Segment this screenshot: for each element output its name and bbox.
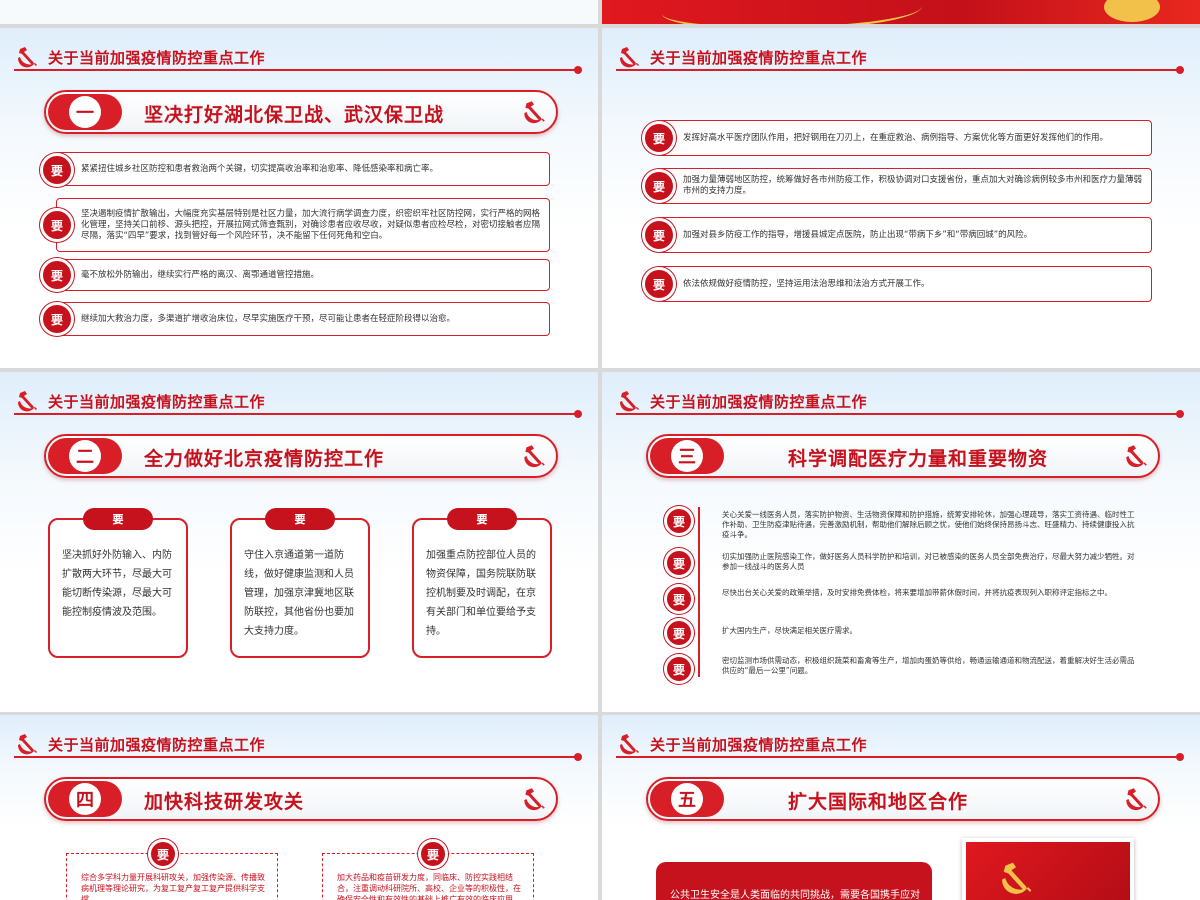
slide-title: 关于当前加强疫情防控重点工作: [650, 48, 868, 67]
flag-swoosh: [662, 0, 922, 24]
list-item: 密切监测市场供需动态，积极组织蔬菜和畜禽等生产，增加肉蛋奶等供给，畅通运输通道和…: [722, 656, 1135, 675]
slide-5: 关于当前加强疫情防控重点工作 四 加快科技研发攻关 综合多学科力量开展科研攻关，…: [0, 715, 598, 900]
yao-badge: 要: [642, 267, 676, 301]
hammer-sickle-icon: [1002, 862, 1032, 894]
section-number: 一: [48, 94, 122, 130]
yao-badge: 要: [642, 218, 676, 252]
section-title: 全力做好北京疫情防控工作: [144, 448, 385, 470]
cooperation-text-box: 公共卫生安全是人类面临的共同挑战，需要各国携手应对: [656, 862, 932, 900]
slide-header: 关于当前加强疫情防控重点工作: [14, 731, 265, 757]
slide-header: 关于当前加强疫情防控重点工作: [14, 388, 265, 414]
hammer-sickle-icon: [1126, 788, 1147, 811]
list-item: 紧紧扭住城乡社区防控和患者救治两个关键，切实提高收治率和治愈率、降低感染率和病亡…: [56, 152, 550, 186]
section-number: 三: [650, 438, 724, 474]
yao-tag: 要: [83, 508, 153, 530]
hammer-sickle-icon: [17, 734, 37, 755]
section-banner: 四 加快科技研发攻关: [44, 777, 558, 821]
hammer-sickle-icon: [1126, 445, 1147, 468]
hammer-sickle-icon: [524, 101, 545, 124]
slide-3: 关于当前加强疫情防控重点工作 二 全力做好北京疫情防控工作 坚决抓好外防输入、内…: [0, 372, 598, 712]
yao-badge: 要: [148, 839, 178, 869]
yao-badge: 要: [664, 654, 694, 684]
list-item: 继续加大救治力度，多渠道扩增收治床位，尽早实施医疗干预，尽可能让患者在轻症阶段得…: [56, 302, 550, 336]
list-item: 扩大国内生产，尽快满足相关医疗需求。: [722, 626, 857, 635]
yao-tag: 要: [265, 508, 335, 530]
section-title: 扩大国际和地区合作: [788, 791, 969, 813]
top-left-slide-strip: [0, 0, 598, 24]
slide-title: 关于当前加强疫情防控重点工作: [650, 735, 868, 754]
header-rule: [616, 410, 1184, 418]
list-item: 关心关爱一线医务人员，落实防护物资、生活物资保障和防护措施，统筹安排轮休，加强心…: [722, 510, 1135, 539]
hammer-sickle-icon: [619, 734, 639, 755]
slide-header: 关于当前加强疫情防控重点工作: [616, 731, 867, 757]
list-item: 加强对县乡防疫工作的指导，增援县城定点医院，防止出现“带病下乡”和“带病回城”的…: [658, 217, 1152, 253]
hammer-sickle-icon: [17, 47, 37, 68]
section-banner: 三 科学调配医疗力量和重要物资: [646, 434, 1160, 478]
slide-1: 关于当前加强疫情防控重点工作 一 坚决打好湖北保卫战、武汉保卫战 紧紧扭住城乡社…: [0, 28, 598, 368]
header-rule: [14, 66, 582, 74]
yao-badge: 要: [664, 618, 694, 648]
list-item: 切实加强防止医院感染工作，做好医务人员科学防护和培训，对已被感染的医务人员全部免…: [722, 552, 1135, 571]
section-number: 四: [48, 781, 122, 817]
hammer-sickle-icon: [524, 788, 545, 811]
yao-badge: 要: [664, 548, 694, 578]
slide-header: 关于当前加强疫情防控重点工作: [14, 44, 265, 70]
hammer-sickle-icon: [619, 391, 639, 412]
section-banner: 五 扩大国际和地区合作: [646, 777, 1160, 821]
top-right-slide-strip: [602, 0, 1200, 24]
yao-badge: 要: [40, 208, 74, 242]
yao-badge: 要: [664, 506, 694, 536]
yao-badge: 要: [664, 584, 694, 614]
header-rule: [14, 410, 582, 418]
party-flag-image: [962, 838, 1134, 900]
header-rule: [616, 66, 1184, 74]
yao-tag: 要: [447, 508, 517, 530]
list-item: 依法依规做好疫情防控，坚持运用法治思维和法治方式开展工作。: [658, 266, 1152, 302]
hammer-sickle-icon: [524, 445, 545, 468]
slide-title: 关于当前加强疫情防控重点工作: [650, 392, 868, 411]
yao-badge: 要: [40, 258, 74, 292]
slide-title: 关于当前加强疫情防控重点工作: [48, 735, 266, 754]
slide-6: 关于当前加强疫情防控重点工作 五 扩大国际和地区合作 公共卫生安全是人类面临的共…: [602, 715, 1200, 900]
timeline-line: [698, 507, 700, 677]
info-card: 守住入京通道第一道防线，做好健康监测和人员管理，加强京津冀地区联防联控，其他省份…: [230, 518, 370, 658]
section-number: 二: [48, 438, 122, 474]
list-item: 发挥好高水平医疗团队作用，把好钢用在刀刃上，在重症救治、病例指导、方案优化等方面…: [658, 120, 1152, 156]
slide-4: 关于当前加强疫情防控重点工作 三 科学调配医疗力量和重要物资 关心关爱一线医务人…: [602, 372, 1200, 712]
slide-title: 关于当前加强疫情防控重点工作: [48, 392, 266, 411]
section-title: 加快科技研发攻关: [144, 791, 305, 813]
section-banner: 二 全力做好北京疫情防控工作: [44, 434, 558, 478]
slide-header: 关于当前加强疫情防控重点工作: [616, 388, 867, 414]
yao-badge: 要: [642, 169, 676, 203]
header-rule: [14, 753, 582, 761]
info-card: 坚决抓好外防输入、内防扩散两大环节，尽最大可能切断传染源，尽最大可能控制疫情波及…: [48, 518, 188, 658]
slide-header: 关于当前加强疫情防控重点工作: [616, 44, 867, 70]
slide-2: 关于当前加强疫情防控重点工作 发挥好高水平医疗团队作用，把好钢用在刀刃上，在重症…: [602, 28, 1200, 368]
hammer-sickle-icon: [17, 391, 37, 412]
section-title: 科学调配医疗力量和重要物资: [788, 448, 1049, 470]
list-item: 尽快出台关心关爱的政策举措，及时安排免费体检，将来要增加带薪休假时间，并将抗疫表…: [722, 588, 1112, 597]
list-item: 坚决遏制疫情扩散输出，大幅度充实基层特别是社区力量，加大流行病学调查力度，织密织…: [56, 198, 550, 252]
header-rule: [616, 753, 1184, 761]
list-item: 毫不放松外防输出，继续实行严格的离汉、离鄂通道管控措施。: [56, 259, 550, 291]
yao-badge: 要: [40, 302, 74, 336]
section-title: 坚决打好湖北保卫战、武汉保卫战: [144, 104, 445, 126]
gold-emblem: [1104, 0, 1160, 22]
yao-badge: 要: [642, 121, 676, 155]
info-card: 加强重点防控部位人员的物资保障，国务院联防联控机制要及时调配，在京有关部门和单位…: [412, 518, 552, 658]
yao-badge: 要: [40, 153, 74, 187]
list-item: 加强力量薄弱地区防控，统筹做好各市州防疫工作，积极协调对口支援省份，重点加大对确…: [658, 168, 1152, 204]
section-number: 五: [650, 781, 724, 817]
yao-badge: 要: [418, 839, 448, 869]
section-banner: 一 坚决打好湖北保卫战、武汉保卫战: [44, 90, 558, 134]
slide-title: 关于当前加强疫情防控重点工作: [48, 48, 266, 67]
hammer-sickle-icon: [619, 47, 639, 68]
